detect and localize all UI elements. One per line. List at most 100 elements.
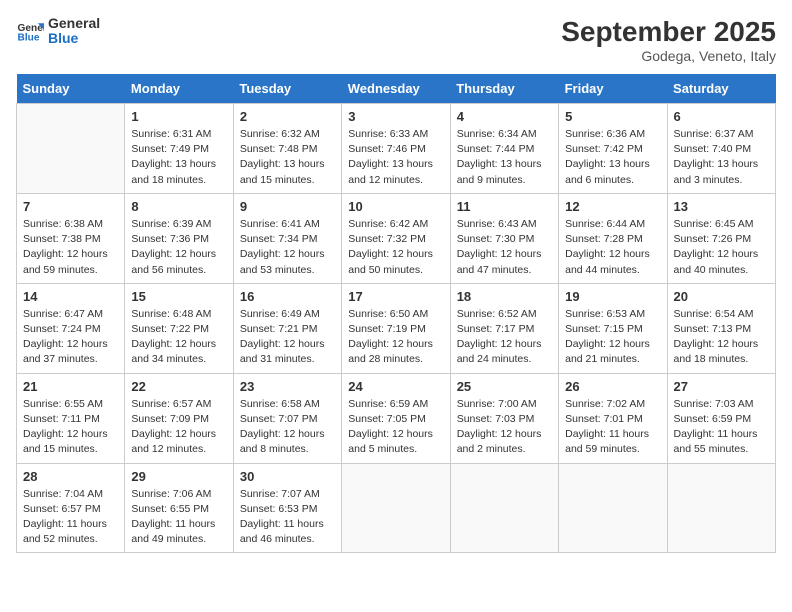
calendar-week-1: 7Sunrise: 6:38 AMSunset: 7:38 PMDaylight… [17, 193, 776, 283]
day-info: Sunrise: 6:47 AMSunset: 7:24 PMDaylight:… [23, 307, 118, 368]
logo-line2: Blue [48, 31, 100, 46]
day-number: 9 [240, 199, 335, 214]
calendar-week-2: 14 Sunrise: 6:47 AMSunset: 7:24 PMDayligh… [17, 283, 776, 373]
day-info: Sunrise: 6:53 AMSunset: 7:15 PMDaylight:… [565, 307, 660, 368]
calendar-cell: 5 Sunrise: 6:36 AMSunset: 7:42 PMDaylight… [559, 104, 667, 194]
day-info: Sunrise: 6:33 AMSunset: 7:46 PMDaylight:… [348, 127, 443, 188]
calendar-cell: 2 Sunrise: 6:32 AMSunset: 7:48 PMDaylight… [233, 104, 341, 194]
day-info: Sunrise: 7:00 AMSunset: 7:03 PMDaylight:… [457, 397, 552, 458]
day-number: 10 [348, 199, 443, 214]
calendar-header-row: SundayMondayTuesdayWednesdayThursdayFrid… [17, 74, 776, 104]
page-header: General Blue General Blue September 2025… [16, 16, 776, 64]
day-number: 27 [674, 379, 769, 394]
day-number: 2 [240, 109, 335, 124]
day-info: Sunrise: 6:59 AMSunset: 7:05 PMDaylight:… [348, 397, 443, 458]
day-info: Sunrise: 7:02 AMSunset: 7:01 PMDaylight:… [565, 397, 660, 458]
col-header-monday: Monday [125, 74, 233, 104]
calendar-cell: 19 Sunrise: 6:53 AMSunset: 7:15 PMDayligh… [559, 283, 667, 373]
day-info: Sunrise: 7:07 AMSunset: 6:53 PMDaylight:… [240, 487, 335, 548]
day-number: 21 [23, 379, 118, 394]
calendar-cell: 14 Sunrise: 6:47 AMSunset: 7:24 PMDayligh… [17, 283, 125, 373]
day-number: 1 [131, 109, 226, 124]
calendar-body: 1Sunrise: 6:31 AMSunset: 7:49 PMDaylight… [17, 104, 776, 553]
day-number: 28 [23, 469, 118, 484]
calendar-cell: 21 Sunrise: 6:55 AMSunset: 7:11 PMDayligh… [17, 373, 125, 463]
svg-text:Blue: Blue [18, 33, 40, 44]
day-number: 14 [23, 289, 118, 304]
calendar-table: SundayMondayTuesdayWednesdayThursdayFrid… [16, 74, 776, 553]
day-number: 22 [131, 379, 226, 394]
calendar-week-0: 1Sunrise: 6:31 AMSunset: 7:49 PMDaylight… [17, 104, 776, 194]
day-info: Sunrise: 6:45 AMSunset: 7:26 PMDaylight:… [674, 217, 769, 278]
day-number: 26 [565, 379, 660, 394]
col-header-tuesday: Tuesday [233, 74, 341, 104]
logo-line1: General [48, 16, 100, 31]
day-number: 23 [240, 379, 335, 394]
calendar-cell: 6 Sunrise: 6:37 AMSunset: 7:40 PMDaylight… [667, 104, 775, 194]
day-number: 7 [23, 199, 118, 214]
calendar-cell: 15 Sunrise: 6:48 AMSunset: 7:22 PMDayligh… [125, 283, 233, 373]
day-number: 15 [131, 289, 226, 304]
day-info: Sunrise: 6:57 AMSunset: 7:09 PMDaylight:… [131, 397, 226, 458]
day-info: Sunrise: 7:06 AMSunset: 6:55 PMDaylight:… [131, 487, 226, 548]
day-info: Sunrise: 6:58 AMSunset: 7:07 PMDaylight:… [240, 397, 335, 458]
day-info: Sunrise: 6:55 AMSunset: 7:11 PMDaylight:… [23, 397, 118, 458]
calendar-cell: 26 Sunrise: 7:02 AMSunset: 7:01 PMDayligh… [559, 373, 667, 463]
day-info: Sunrise: 6:44 AMSunset: 7:28 PMDaylight:… [565, 217, 660, 278]
day-number: 4 [457, 109, 552, 124]
calendar-cell: 20 Sunrise: 6:54 AMSunset: 7:13 PMDayligh… [667, 283, 775, 373]
col-header-friday: Friday [559, 74, 667, 104]
day-number: 6 [674, 109, 769, 124]
day-info: Sunrise: 6:48 AMSunset: 7:22 PMDaylight:… [131, 307, 226, 368]
calendar-cell: 24 Sunrise: 6:59 AMSunset: 7:05 PMDayligh… [342, 373, 450, 463]
calendar-cell: 29 Sunrise: 7:06 AMSunset: 6:55 PMDayligh… [125, 463, 233, 553]
day-number: 17 [348, 289, 443, 304]
day-info: Sunrise: 6:54 AMSunset: 7:13 PMDaylight:… [674, 307, 769, 368]
col-header-saturday: Saturday [667, 74, 775, 104]
calendar-cell: 25 Sunrise: 7:00 AMSunset: 7:03 PMDayligh… [450, 373, 558, 463]
day-info: Sunrise: 6:34 AMSunset: 7:44 PMDaylight:… [457, 127, 552, 188]
day-info: Sunrise: 6:41 AMSunset: 7:34 PMDaylight:… [240, 217, 335, 278]
day-number: 16 [240, 289, 335, 304]
day-info: Sunrise: 6:37 AMSunset: 7:40 PMDaylight:… [674, 127, 769, 188]
calendar-cell: 11Sunrise: 6:43 AMSunset: 7:30 PMDayligh… [450, 193, 558, 283]
calendar-cell [342, 463, 450, 553]
logo: General Blue General Blue [16, 16, 100, 47]
calendar-cell: 10Sunrise: 6:42 AMSunset: 7:32 PMDayligh… [342, 193, 450, 283]
calendar-cell: 7Sunrise: 6:38 AMSunset: 7:38 PMDaylight… [17, 193, 125, 283]
calendar-week-3: 21 Sunrise: 6:55 AMSunset: 7:11 PMDayligh… [17, 373, 776, 463]
day-number: 20 [674, 289, 769, 304]
day-number: 30 [240, 469, 335, 484]
day-number: 29 [131, 469, 226, 484]
title-block: September 2025 Godega, Veneto, Italy [561, 16, 776, 64]
calendar-cell [450, 463, 558, 553]
day-number: 25 [457, 379, 552, 394]
day-info: Sunrise: 7:03 AMSunset: 6:59 PMDaylight:… [674, 397, 769, 458]
calendar-cell [667, 463, 775, 553]
month-title: September 2025 [561, 16, 776, 48]
day-info: Sunrise: 6:36 AMSunset: 7:42 PMDaylight:… [565, 127, 660, 188]
location-subtitle: Godega, Veneto, Italy [561, 48, 776, 64]
calendar-cell: 28Sunrise: 7:04 AMSunset: 6:57 PMDayligh… [17, 463, 125, 553]
day-number: 24 [348, 379, 443, 394]
day-info: Sunrise: 6:39 AMSunset: 7:36 PMDaylight:… [131, 217, 226, 278]
day-info: Sunrise: 6:52 AMSunset: 7:17 PMDaylight:… [457, 307, 552, 368]
col-header-thursday: Thursday [450, 74, 558, 104]
day-info: Sunrise: 6:32 AMSunset: 7:48 PMDaylight:… [240, 127, 335, 188]
calendar-cell: 23 Sunrise: 6:58 AMSunset: 7:07 PMDayligh… [233, 373, 341, 463]
day-number: 13 [674, 199, 769, 214]
calendar-cell: 18 Sunrise: 6:52 AMSunset: 7:17 PMDayligh… [450, 283, 558, 373]
calendar-cell: 3Sunrise: 6:33 AMSunset: 7:46 PMDaylight… [342, 104, 450, 194]
calendar-cell: 12 Sunrise: 6:44 AMSunset: 7:28 PMDayligh… [559, 193, 667, 283]
calendar-cell: 13 Sunrise: 6:45 AMSunset: 7:26 PMDayligh… [667, 193, 775, 283]
day-number: 5 [565, 109, 660, 124]
col-header-wednesday: Wednesday [342, 74, 450, 104]
day-number: 12 [565, 199, 660, 214]
day-number: 18 [457, 289, 552, 304]
calendar-cell: 4 Sunrise: 6:34 AMSunset: 7:44 PMDaylight… [450, 104, 558, 194]
day-number: 19 [565, 289, 660, 304]
day-info: Sunrise: 6:50 AMSunset: 7:19 PMDaylight:… [348, 307, 443, 368]
calendar-cell: 27 Sunrise: 7:03 AMSunset: 6:59 PMDayligh… [667, 373, 775, 463]
calendar-cell: 22 Sunrise: 6:57 AMSunset: 7:09 PMDayligh… [125, 373, 233, 463]
col-header-sunday: Sunday [17, 74, 125, 104]
